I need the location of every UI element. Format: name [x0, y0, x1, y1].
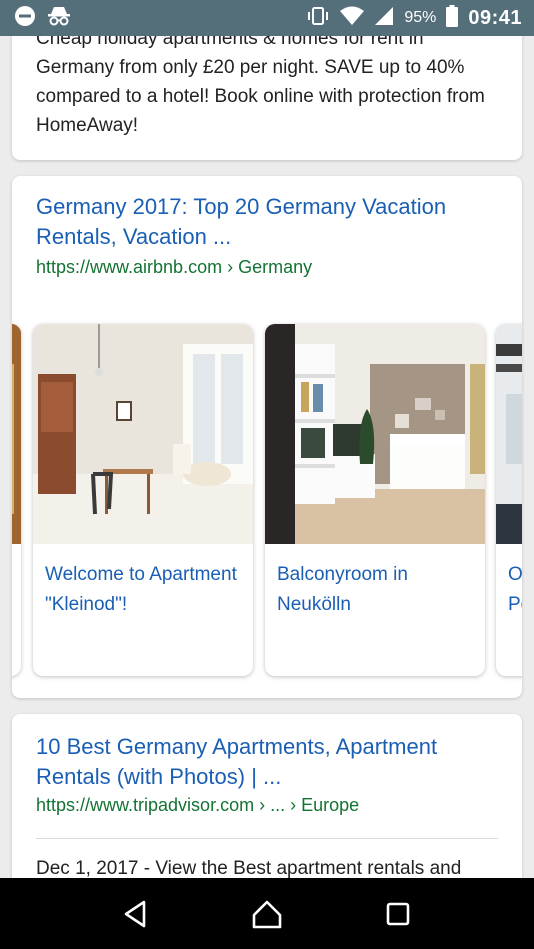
- do-not-disturb-icon: [14, 5, 36, 32]
- navigation-bar: [0, 878, 534, 949]
- signal-icon: [374, 6, 394, 31]
- listing-photo: [33, 324, 253, 544]
- incognito-icon: [46, 5, 72, 32]
- result-snippet: Cheap holiday apartments & homes for ren…: [36, 36, 485, 136]
- rental-carousel[interactable]: Welcome to Apartment "Kleinod"! Balconyr…: [12, 324, 522, 676]
- carousel-card[interactable]: [12, 324, 21, 676]
- battery-percent: 95%: [404, 9, 437, 26]
- carousel-card[interactable]: Welcome to Apartment "Kleinod"!: [33, 324, 253, 676]
- search-results[interactable]: Cheap holiday apartments & homes for ren…: [0, 36, 534, 878]
- recents-icon[interactable]: [378, 894, 418, 934]
- carousel-card[interactable]: Balconyroom in Neukölln: [265, 324, 485, 676]
- result-url[interactable]: https://www.airbnb.com › Germany: [36, 255, 312, 279]
- listing-photo: [496, 324, 522, 544]
- status-bar: 95% 09:41: [0, 0, 534, 36]
- result-card-airbnb[interactable]: Germany 2017: Top 20 Germany Vacation Re…: [12, 176, 522, 698]
- listing-label[interactable]: Welcome to Apartment "Kleinod"!: [45, 560, 245, 620]
- result-title-link[interactable]: Germany 2017: Top 20 Germany Vacation Re…: [36, 192, 486, 252]
- status-bar-right: 95% 09:41: [306, 4, 522, 32]
- result-card-tripadvisor[interactable]: 10 Best Germany Apartments, Apartment Re…: [12, 714, 522, 878]
- back-icon[interactable]: [116, 894, 156, 934]
- clock: 09:41: [468, 6, 522, 29]
- wifi-icon: [340, 6, 365, 31]
- divider: [36, 838, 498, 839]
- listing-label[interactable]: Balconyroom in Neukölln: [277, 560, 477, 620]
- listing-photo: [12, 324, 21, 544]
- battery-icon: [446, 4, 459, 32]
- result-title-link[interactable]: 10 Best Germany Apartments, Apartment Re…: [36, 732, 486, 792]
- carousel-card[interactable]: Ou Po: [496, 324, 522, 676]
- status-bar-left: [14, 5, 72, 32]
- home-icon[interactable]: [247, 894, 287, 934]
- result-card[interactable]: Cheap holiday apartments & homes for ren…: [12, 36, 522, 160]
- result-url[interactable]: https://www.tripadvisor.com › ... › Euro…: [36, 793, 359, 817]
- vibrate-icon: [306, 5, 330, 32]
- result-snippet: Dec 1, 2017 - View the Best apartment re…: [36, 858, 462, 878]
- listing-label[interactable]: Ou Po: [508, 560, 522, 620]
- listing-photo: [265, 324, 485, 544]
